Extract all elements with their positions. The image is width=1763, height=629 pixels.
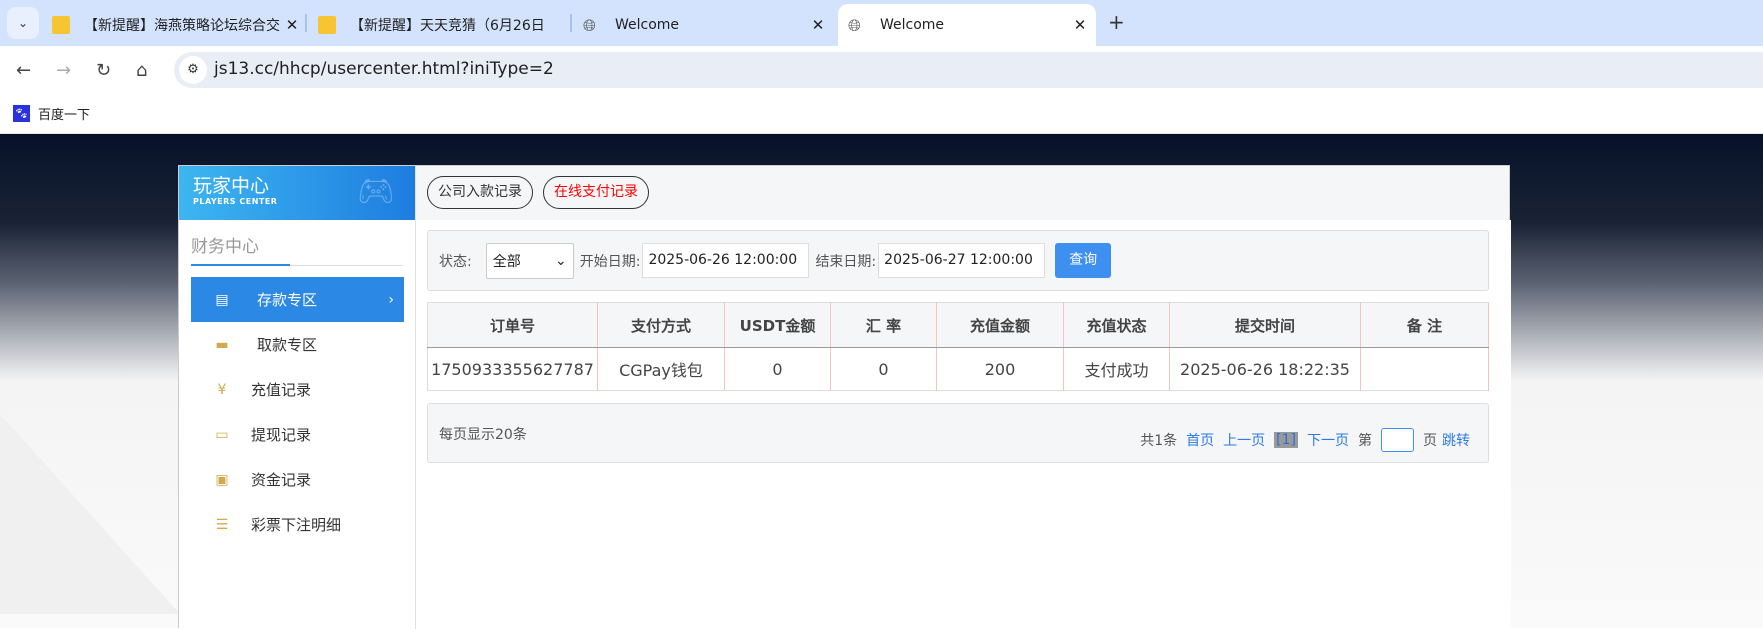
- cell-usdt-amount: 0: [724, 347, 831, 391]
- section-title: 财务中心: [191, 232, 403, 266]
- forward-icon[interactable]: →: [56, 60, 71, 81]
- menu-label: 取款专区: [257, 336, 318, 354]
- user-center-panel: 玩家中心 PLAYERS CENTER 🎮︎ 财务中心 ▤ 存款专区 › ▬ 取款专区…: [178, 165, 1511, 629]
- gamepad-icon: 🎮︎: [356, 174, 395, 209]
- globe-icon: 🌐︎: [583, 16, 596, 35]
- chevron-right-icon: ›: [388, 291, 394, 308]
- status-select[interactable]: 全部 ⌄: [485, 242, 574, 279]
- query-button[interactable]: 查询: [1055, 243, 1112, 278]
- close-icon[interactable]: ✕: [282, 16, 302, 34]
- tab-3[interactable]: 🌐︎ Welcome ✕: [583, 4, 828, 46]
- page-number-input[interactable]: [1381, 428, 1414, 452]
- menu-label: 存款专区: [257, 291, 318, 309]
- col-remark: 备 注: [1360, 302, 1489, 348]
- address-bar[interactable]: ⚙ js13.cc/hhcp/usercenter.html?iniType=2: [174, 52, 1763, 88]
- jump-link[interactable]: 跳转: [1442, 430, 1470, 450]
- new-tab-button[interactable]: +: [1108, 10, 1125, 34]
- end-date-label: 结束日期:: [815, 253, 877, 270]
- cell-order-no: 1750933355627787: [427, 347, 598, 391]
- company-deposit-records-button[interactable]: 公司入款记录: [427, 176, 533, 209]
- col-rate: 汇 率: [830, 302, 937, 348]
- sidebar-item-recharge-records[interactable]: ¥ 充值记录: [191, 367, 404, 412]
- cell-submit-time: 2025-06-26 18:22:35: [1169, 347, 1361, 391]
- tab-bar: ⌄ 【新提醒】海燕策略论坛综合交 ✕ 【新提醒】天天竞猜（6月26日 🌐︎ Welc…: [0, 0, 1763, 46]
- back-icon[interactable]: ←: [16, 60, 31, 81]
- browser-toolbar: ← → ↻ ⌂ ⚙ js13.cc/hhcp/usercenter.html?i…: [0, 46, 1763, 96]
- total-count: 共1条: [1140, 433, 1178, 449]
- menu-label: 充值记录: [251, 381, 312, 399]
- bookmark-label: 百度一下: [38, 108, 91, 123]
- end-date-input[interactable]: 2025-06-27 12:00:00: [878, 243, 1046, 278]
- next-page-link[interactable]: 下一页: [1307, 430, 1349, 450]
- tab-search-button[interactable]: ⌄: [7, 7, 39, 39]
- bookmark-baidu[interactable]: 🐾︎ 百度一下: [13, 104, 90, 123]
- first-page-link[interactable]: 首页: [1186, 430, 1214, 450]
- online-payment-records-button[interactable]: 在线支付记录: [543, 176, 649, 209]
- col-order-no: 订单号: [427, 302, 598, 348]
- start-date-label: 开始日期:: [579, 253, 641, 270]
- globe-icon: 🌐︎: [848, 16, 861, 35]
- tab-title: Welcome: [880, 17, 945, 33]
- col-status: 充值状态: [1063, 302, 1170, 348]
- sidebar: 玩家中心 PLAYERS CENTER 🎮︎ 财务中心 ▤ 存款专区 › ▬ 取款专区…: [179, 166, 416, 629]
- hand-coin-icon: ▬: [215, 336, 229, 353]
- page-prefix: 第: [1358, 433, 1372, 449]
- col-submit-time: 提交时间: [1169, 302, 1361, 348]
- pagination: 每页显示20条 共1条 首页 上一页 [1] 下一页 第 页 跳转: [427, 403, 1489, 463]
- filter-bar: 状态: 全部 ⌄ 开始日期: 2025-06-26 12:00:00 结束日期: …: [427, 230, 1489, 291]
- sidebar-item-deposit[interactable]: ▤ 存款专区 ›: [191, 277, 404, 322]
- tab-4[interactable]: 🌐︎ Welcome ✕: [838, 4, 1096, 46]
- close-icon[interactable]: ✕: [1070, 16, 1090, 34]
- status-label: 状态:: [439, 253, 472, 270]
- main-content: 状态: 全部 ⌄ 开始日期: 2025-06-26 12:00:00 结束日期: …: [416, 220, 1511, 629]
- tab-2[interactable]: 【新提醒】天天竞猜（6月26日: [318, 4, 568, 46]
- status-value: 全部: [492, 253, 521, 270]
- forum-favicon-icon: [52, 16, 70, 34]
- table-header: 订单号 支付方式 USDT金额 汇 率 充值金额 充值状态 提交时间 备 注: [427, 302, 1489, 348]
- cell-status: 支付成功: [1063, 347, 1170, 391]
- card-icon: ▤: [215, 291, 229, 308]
- table-row: 1750933355627787 CGPay钱包 0 0 200 支付成功 20…: [427, 347, 1489, 391]
- money-bag-icon: ¥: [217, 381, 227, 398]
- bookmarks-bar: 🐾︎ 百度一下: [0, 96, 1763, 134]
- sidebar-item-lottery-bets[interactable]: ☰ 彩票下注明细: [191, 502, 404, 547]
- reload-icon[interactable]: ↻: [96, 60, 111, 81]
- sidebar-item-withdraw-records[interactable]: ▭ 提现记录: [191, 412, 404, 457]
- records-table: 订单号 支付方式 USDT金额 汇 率 充值金额 充值状态 提交时间 备 注 1…: [427, 302, 1489, 391]
- chevron-down-icon: ⌄: [554, 252, 567, 269]
- col-payment-method: 支付方式: [597, 302, 725, 348]
- baidu-paw-icon: 🐾︎: [13, 105, 30, 122]
- cash-icon: ▣: [215, 471, 229, 488]
- page-suffix: 页: [1423, 433, 1437, 449]
- menu-label: 彩票下注明细: [251, 516, 342, 534]
- sidebar-header: 玩家中心 PLAYERS CENTER 🎮︎: [179, 166, 415, 220]
- menu-label: 资金记录: [251, 471, 312, 489]
- close-icon[interactable]: ✕: [808, 16, 828, 34]
- current-page: [1]: [1274, 432, 1298, 448]
- cell-remark: [1360, 347, 1489, 391]
- sidebar-item-fund-records[interactable]: ▣ 资金记录: [191, 457, 404, 502]
- tab-1[interactable]: 【新提醒】海燕策略论坛综合交 ✕: [52, 4, 302, 46]
- menu-label: 提现记录: [251, 426, 312, 444]
- tab-title: 【新提醒】海燕策略论坛综合交: [84, 18, 280, 34]
- site-settings-icon[interactable]: ⚙: [179, 56, 207, 84]
- url-text[interactable]: js13.cc/hhcp/usercenter.html?iniType=2: [214, 59, 554, 79]
- cell-rate: 0: [830, 347, 937, 391]
- start-date-input[interactable]: 2025-06-26 12:00:00: [642, 243, 810, 278]
- chevron-down-icon: ⌄: [17, 16, 29, 30]
- col-usdt-amount: USDT金额: [724, 302, 831, 348]
- cell-recharge-amount: 200: [936, 347, 1064, 391]
- per-page-text: 每页显示20条: [439, 427, 527, 443]
- prev-page-link[interactable]: 上一页: [1223, 430, 1265, 450]
- home-icon[interactable]: ⌂: [136, 60, 147, 81]
- col-recharge-amount: 充值金额: [936, 302, 1064, 348]
- forum-favicon-icon: [318, 16, 336, 34]
- sidebar-item-withdraw[interactable]: ▬ 取款专区: [191, 322, 404, 367]
- tab-title: Welcome: [615, 17, 680, 33]
- section-label: 财务中心: [191, 237, 259, 257]
- list-icon: ☰: [215, 516, 229, 533]
- wallet-icon: ▭: [215, 426, 229, 443]
- tab-title: 【新提醒】天天竞猜（6月26日: [350, 18, 545, 34]
- cell-payment-method: CGPay钱包: [597, 347, 725, 391]
